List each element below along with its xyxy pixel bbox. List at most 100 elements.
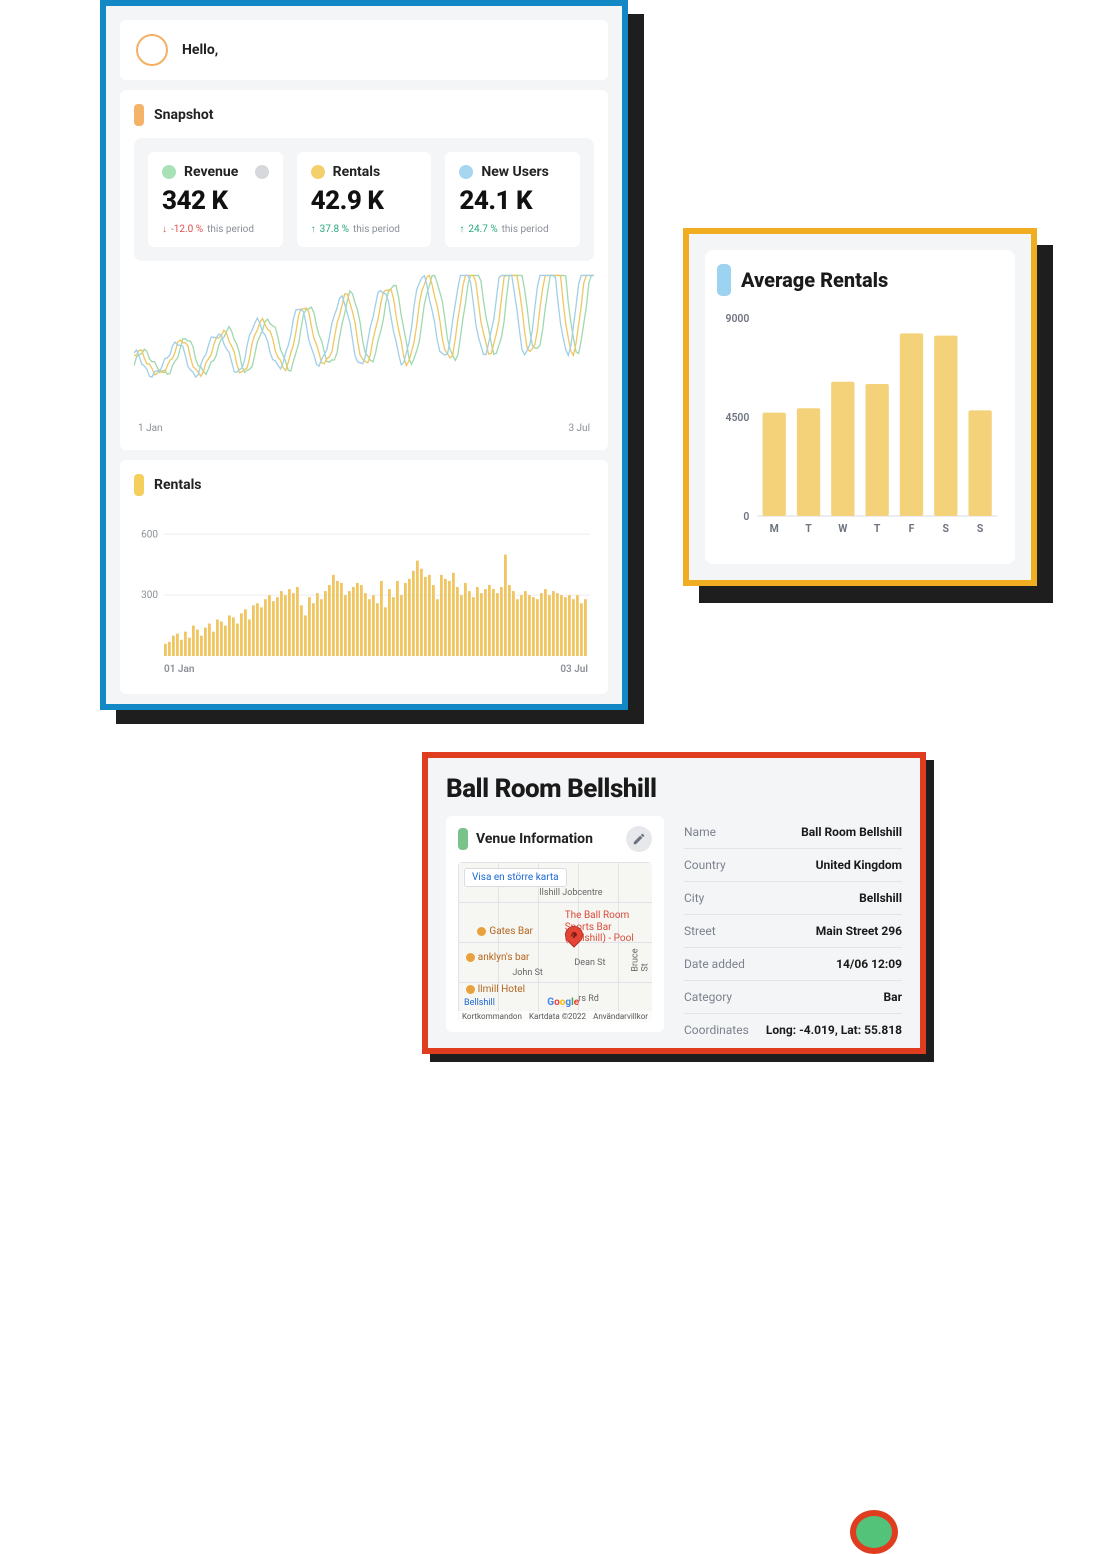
avg-rentals-header: Average Rentals xyxy=(717,264,1003,296)
accent-pill-icon xyxy=(458,828,468,850)
info-value: Main Street 296 xyxy=(816,924,902,938)
line-chart-icon xyxy=(134,269,594,419)
metric-new-users[interactable]: New Users 24.1 K ↑ 24.7 % this period xyxy=(445,152,580,247)
metric-value: 42.9 K xyxy=(311,186,418,216)
x-axis-end: 3 Jul xyxy=(568,423,590,434)
info-row: Street Main Street 296 xyxy=(684,915,902,948)
map-street-label: Bruce St xyxy=(630,948,650,971)
greeting-text: Hello, xyxy=(182,42,218,58)
svg-text:S: S xyxy=(977,522,984,535)
snapshot-line-chart: 1 Jan 3 Jul xyxy=(134,269,594,434)
info-key: Country xyxy=(684,858,726,872)
venue-info-card: Venue Information Visa en större karta l… xyxy=(446,816,664,1032)
svg-text:W: W xyxy=(838,522,848,535)
info-key: Name xyxy=(684,825,716,839)
svg-text:4500: 4500 xyxy=(725,411,749,424)
info-value: Ball Room Bellshill xyxy=(801,825,902,839)
info-value: 14/06 12:09 xyxy=(836,957,902,971)
svg-text:01 Jan: 01 Jan xyxy=(164,664,195,675)
info-row: Date added 14/06 12:09 xyxy=(684,948,902,981)
avg-rentals-card: Average Rentals 045009000MTWTFSS xyxy=(705,250,1015,564)
metric-change: ↑ 37.8 % this period xyxy=(311,224,418,235)
map-footer: Kortkommandon Kartdata ©2022 Användarvil… xyxy=(458,1011,652,1022)
dot-icon xyxy=(311,165,325,179)
metric-value: 342 K xyxy=(162,186,269,216)
venue-body: Venue Information Visa en större karta l… xyxy=(446,816,902,1046)
snapshot-title: Snapshot xyxy=(154,107,214,123)
map-street-label: Dean St xyxy=(574,958,605,968)
venue-info-title: Venue Information xyxy=(476,831,618,847)
accent-pill-icon xyxy=(717,264,731,296)
metric-change: ↓ -12.0 % this period xyxy=(162,224,269,235)
metric-rentals[interactable]: Rentals 42.9 K ↑ 37.8 % this period xyxy=(297,152,432,247)
map-callout: The Ball Room Sports Bar (Bellshill) - P… xyxy=(565,910,652,945)
greeting-card: Hello, xyxy=(120,20,608,80)
rentals-header: Rentals xyxy=(134,474,594,496)
map[interactable]: Visa en större karta llshill Jobcentre G… xyxy=(458,862,652,1022)
status-dot-icon xyxy=(850,1510,898,1554)
pencil-icon xyxy=(632,832,646,846)
avatar xyxy=(136,34,168,66)
map-poi-label: llmill Hotel xyxy=(466,984,525,995)
svg-text:03 Jul: 03 Jul xyxy=(560,664,588,675)
accent-pill-icon xyxy=(134,474,144,496)
info-value: Long: -4.019, Lat: 55.818 xyxy=(766,1023,902,1037)
google-logo-icon: Google xyxy=(547,997,579,1008)
info-row: Coordinates Long: -4.019, Lat: 55.818 xyxy=(684,1014,902,1046)
svg-text:M: M xyxy=(770,522,779,535)
bar-chart-icon: 045009000MTWTFSS xyxy=(717,308,1003,538)
info-value: Bar xyxy=(884,990,902,1004)
info-key: Street xyxy=(684,924,716,938)
dot-icon xyxy=(459,165,473,179)
info-icon[interactable] xyxy=(255,165,269,179)
dot-icon xyxy=(162,165,176,179)
snapshot-card: Snapshot Revenue 342 K ↓ -12.0 % this pe… xyxy=(120,90,608,450)
info-key: City xyxy=(684,891,704,905)
svg-text:S: S xyxy=(943,522,950,535)
metric-label: New Users xyxy=(481,164,566,180)
arrow-up-icon: ↑ xyxy=(459,224,464,235)
map-street-label: rs Rd xyxy=(578,994,599,1004)
arrow-down-icon: ↓ xyxy=(162,224,167,235)
avg-rentals-panel: Average Rentals 045009000MTWTFSS xyxy=(683,228,1037,586)
info-value: United Kingdom xyxy=(816,858,902,872)
accent-pill-icon xyxy=(134,104,144,126)
svg-text:0: 0 xyxy=(743,510,749,523)
rentals-card: Rentals 300 600 01 Jan 03 Jul xyxy=(120,460,608,694)
dashboard-panel: Hello, Snapshot Revenue 342 K ↓ -12.0 % … xyxy=(100,0,628,710)
map-shortcuts[interactable]: Kortkommandon xyxy=(462,1012,522,1021)
expand-map-button[interactable]: Visa en större karta xyxy=(464,868,567,887)
info-value: Bellshill xyxy=(859,891,902,905)
metrics-row: Revenue 342 K ↓ -12.0 % this period Rent… xyxy=(134,138,594,261)
map-poi-label: anklyn's bar xyxy=(466,952,530,963)
metric-revenue[interactable]: Revenue 342 K ↓ -12.0 % this period xyxy=(148,152,283,247)
info-row: City Bellshill xyxy=(684,882,902,915)
svg-text:9000: 9000 xyxy=(725,312,749,325)
avg-rentals-title: Average Rentals xyxy=(741,268,888,292)
info-row: Name Ball Room Bellshill xyxy=(684,816,902,849)
arrow-up-icon: ↑ xyxy=(311,224,316,235)
map-place-link[interactable]: Bellshill xyxy=(464,998,495,1008)
info-key: Coordinates xyxy=(684,1023,749,1037)
x-axis-start: 1 Jan xyxy=(138,423,163,434)
edit-button[interactable] xyxy=(626,826,652,852)
map-street-label: John St xyxy=(512,968,543,978)
venue-title: Ball Room Bellshill xyxy=(446,774,656,804)
venue-header: Ball Room Bellshill xyxy=(446,774,902,804)
venue-info-list: Name Ball Room Bellshill Country United Kin… xyxy=(684,816,902,1046)
map-terms[interactable]: Användarvillkor xyxy=(593,1012,648,1021)
svg-text:300: 300 xyxy=(141,590,158,601)
info-row: Country United Kingdom xyxy=(684,849,902,882)
metric-change: ↑ 24.7 % this period xyxy=(459,224,566,235)
info-row: Category Bar xyxy=(684,981,902,1014)
info-key: Date added xyxy=(684,957,745,971)
metric-value: 24.1 K xyxy=(459,186,566,216)
bar-chart-icon: 300 600 01 Jan 03 Jul xyxy=(134,508,594,678)
metric-label: Rentals xyxy=(333,164,418,180)
snapshot-header: Snapshot xyxy=(134,104,594,126)
map-poi-label: Gates Bar xyxy=(477,926,533,937)
info-key: Category xyxy=(684,990,732,1004)
svg-text:600: 600 xyxy=(141,529,158,540)
rentals-bar-chart: 300 600 01 Jan 03 Jul xyxy=(134,508,594,678)
avg-rentals-chart: 045009000MTWTFSS xyxy=(717,308,1003,538)
